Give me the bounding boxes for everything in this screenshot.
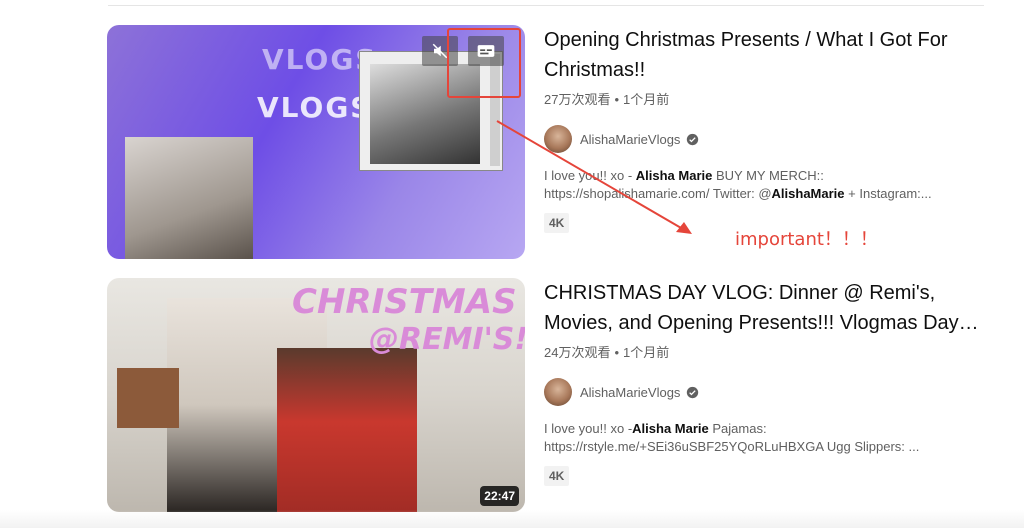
video-stats: 27万次观看 • 1个月前 [544, 92, 670, 107]
description-highlight: AlishaMarie [771, 186, 845, 201]
view-count: 27万次观看 [544, 92, 611, 107]
video-duration: 22:47 [480, 486, 519, 506]
video-meta: Opening Christmas Presents / What I Got … [544, 25, 984, 233]
video-result[interactable]: CHRISTMAS @REMI'S!! 22:47 CHRISTMAS DAY … [107, 278, 987, 512]
upload-age: 1个月前 [623, 345, 670, 360]
channel-name[interactable]: AlishaMarieVlogs [580, 385, 680, 400]
verified-icon [687, 386, 699, 398]
channel-name[interactable]: AlishaMarieVlogs [580, 132, 680, 147]
gingerbread-house [117, 368, 179, 428]
avatar[interactable] [544, 378, 572, 406]
verified-icon [687, 133, 699, 145]
channel-row[interactable]: AlishaMarieVlogs [544, 376, 984, 408]
avatar[interactable] [544, 125, 572, 153]
thumbnail-text: @REMI'S!! [369, 322, 525, 357]
video-description: I love you!! xo - Alisha Marie BUY MY ME… [544, 167, 974, 203]
quality-badge: 4K [544, 466, 570, 486]
thumbnail-photo [125, 137, 253, 259]
thumbnail-photo [277, 348, 417, 512]
description-highlight: Alisha Marie [635, 168, 713, 183]
thumbnail-text: VLOGS [257, 91, 373, 124]
channel-row[interactable]: AlishaMarieVlogs [544, 123, 984, 155]
video-title[interactable]: CHRISTMAS DAY VLOG: Dinner @ Remi's, Mov… [544, 278, 984, 338]
top-divider [108, 5, 984, 6]
video-title[interactable]: Opening Christmas Presents / What I Got … [544, 25, 984, 85]
annotation-label: important！！！ [735, 229, 878, 250]
quality-badge: 4K [544, 213, 570, 233]
video-thumbnail[interactable]: CHRISTMAS @REMI'S!! 22:47 [107, 278, 525, 512]
video-description: I love you!! xo -Alisha Marie Pajamas: h… [544, 420, 974, 456]
video-result[interactable]: VLOGS VLOGS Opening Christmas Presents /… [107, 25, 987, 259]
description-text: I love you!! xo - [544, 168, 636, 183]
annotation-highlight-box [447, 28, 521, 98]
upload-age: 1个月前 [623, 92, 670, 107]
thumbnail-text: CHRISTMAS [292, 282, 517, 322]
view-count: 24万次观看 [544, 345, 611, 360]
description-highlight: Alisha Marie [632, 421, 709, 436]
video-stats: 24万次观看 • 1个月前 [544, 345, 670, 360]
description-text: + Instagram:... [844, 186, 932, 201]
description-text: I love you!! xo - [544, 421, 633, 436]
video-meta: CHRISTMAS DAY VLOG: Dinner @ Remi's, Mov… [544, 278, 984, 486]
bottom-fade [0, 510, 1024, 528]
